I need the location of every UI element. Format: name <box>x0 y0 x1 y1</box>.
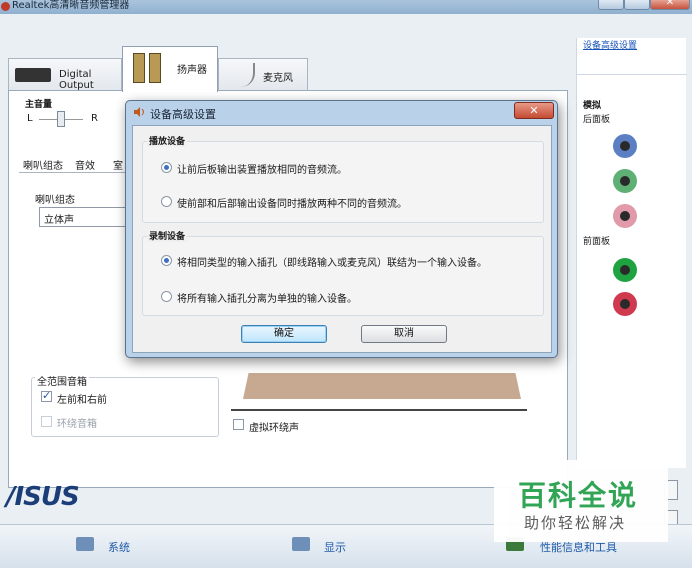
watermark-subtitle: 助你轻松解决 <box>524 514 627 532</box>
playback-option-label: 让前后板输出装置播放相同的音频流。 <box>177 165 347 176</box>
speaker-config-select[interactable]: 立体声 <box>39 207 129 227</box>
record-separate-inputs-radio[interactable] <box>161 291 172 302</box>
playback-group-title: 播放设备 <box>147 134 188 147</box>
balance-left-label: L <box>27 113 33 124</box>
speaker-config-label: 喇叭组态 <box>35 195 75 206</box>
room-floor-line <box>231 409 527 411</box>
playback-same-stream-radio[interactable] <box>161 162 172 173</box>
dialog-close-button[interactable]: ✕ <box>514 102 554 119</box>
subtab-room[interactable]: 室 <box>113 157 123 172</box>
speaker-icon <box>134 107 144 117</box>
digital-output-device-icon <box>15 68 51 82</box>
tab-label: 麦克风 <box>263 73 293 84</box>
main-volume-label: 主音量 <box>25 100 53 110</box>
dialog-title: 设备高级设置 <box>150 108 216 121</box>
balance-slider-thumb[interactable] <box>57 111 65 127</box>
back-jack-green[interactable] <box>613 169 637 193</box>
balance-right-label: R <box>91 113 98 124</box>
window-close-button[interactable]: ✕ <box>650 0 690 10</box>
surround-checkbox[interactable] <box>41 416 52 427</box>
subtab-speaker-config[interactable]: 喇叭组态 <box>23 157 63 172</box>
close-icon: ✕ <box>665 0 675 8</box>
advanced-settings-link[interactable]: 设备高级设置 <box>583 38 637 51</box>
cancel-button[interactable]: 取消 <box>361 325 447 343</box>
fullrange-group-label: 全范围音箱 <box>35 373 89 388</box>
record-group-title: 录制设备 <box>147 229 188 242</box>
dialog-body: 播放设备 让前后板输出装置播放相同的音频流。 使前部和后部输出设备同时播放两种不… <box>132 125 552 353</box>
virtual-surround-checkbox[interactable] <box>233 419 244 430</box>
back-panel-label: 后面板 <box>583 115 611 125</box>
tab-label: 扬声器 <box>177 65 207 76</box>
window-title: Realtek高清晰音频管理器 <box>12 0 130 11</box>
bottom-link-system[interactable]: 系统 <box>108 539 130 555</box>
subtab-strip: 喇叭组态 音效 室 <box>19 155 125 173</box>
baike-watermark: 百科全说 助你轻松解决 <box>494 460 668 542</box>
tab-label: Digital Output <box>59 69 94 91</box>
back-jack-pink[interactable] <box>613 204 637 228</box>
maximize-button[interactable] <box>624 0 650 10</box>
front-jack-red[interactable] <box>613 292 637 316</box>
subtab-effects[interactable]: 音效 <box>75 157 95 172</box>
front-panel-label: 前面板 <box>583 237 611 247</box>
playback-option-label: 使前部和后部输出设备同时播放两种不同的音频流。 <box>177 199 407 210</box>
ok-button[interactable]: 确定 <box>241 325 327 343</box>
speaker-left-icon <box>133 53 145 83</box>
watermark-title: 百科全说 <box>518 479 639 512</box>
recording-devices-group: 录制设备 将相同类型的输入插孔（即线路输入或麦克风）联结为一个输入设备。 将所有… <box>142 229 544 316</box>
tab-microphone[interactable]: 麦克风 <box>218 58 308 90</box>
record-option-label: 将所有输入插孔分离为单独的输入设备。 <box>177 294 357 305</box>
record-option-label: 将相同类型的输入插孔（即线路输入或麦克风）联结为一个输入设备。 <box>177 258 487 269</box>
playback-separate-stream-radio[interactable] <box>161 196 172 207</box>
room-floor-illustration <box>243 373 521 399</box>
panel-divider <box>577 74 687 75</box>
analog-heading: 模拟 <box>583 101 602 111</box>
advanced-settings-dialog: 设备高级设置 ✕ 播放设备 让前后板输出装置播放相同的音频流。 使前部和后部输出… <box>125 100 558 358</box>
microphone-icon <box>229 63 255 87</box>
record-link-inputs-radio[interactable] <box>161 255 172 266</box>
display-icon <box>292 537 310 551</box>
asus-logo: /ISUS <box>6 482 80 512</box>
tab-speakers[interactable]: 扬声器 <box>122 46 218 92</box>
front-lr-checkbox[interactable] <box>41 389 52 402</box>
speaker-config-value: 立体声 <box>44 215 74 226</box>
connector-panel: 设备高级设置 模拟 后面板 前面板 <box>576 38 687 468</box>
virtual-surround-label: 虚拟环绕声 <box>249 423 299 434</box>
realtek-speaker-icon <box>1 2 10 11</box>
bottom-link-display[interactable]: 显示 <box>324 539 346 555</box>
playback-devices-group: 播放设备 让前后板输出装置播放相同的音频流。 使前部和后部输出设备同时播放两种不… <box>142 134 544 223</box>
window-titlebar: Realtek高清晰音频管理器 ✕ <box>0 0 692 14</box>
back-jack-blue[interactable] <box>613 134 637 158</box>
tab-digital-output[interactable]: Digital Output <box>8 58 122 91</box>
device-tab-strip: Digital Output 扬声器 麦克风 <box>8 28 568 92</box>
surround-label: 环绕音箱 <box>57 419 97 430</box>
system-icon <box>76 537 94 551</box>
minimize-button[interactable] <box>598 0 624 10</box>
speaker-right-icon <box>149 53 161 83</box>
front-jack-green[interactable] <box>613 258 637 282</box>
front-lr-label: 左前和右前 <box>57 395 107 406</box>
close-icon: ✕ <box>529 104 539 117</box>
